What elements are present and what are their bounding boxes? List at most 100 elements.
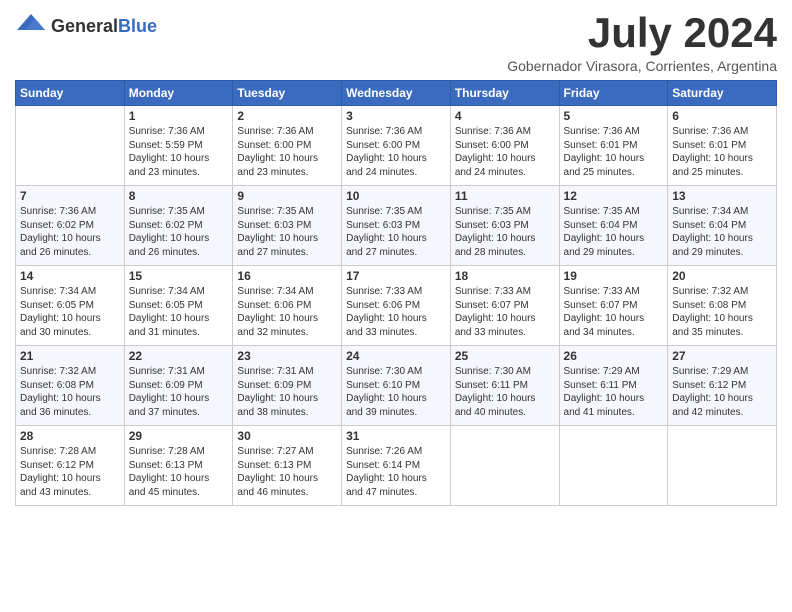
table-row: 25 Sunrise: 7:30 AM Sunset: 6:11 PM Dayli… xyxy=(450,346,559,426)
calendar-week-row: 28 Sunrise: 7:28 AM Sunset: 6:12 PM Dayli… xyxy=(16,426,777,506)
day-number: 2 xyxy=(237,109,337,123)
day-number: 27 xyxy=(672,349,772,363)
day-number: 19 xyxy=(564,269,664,283)
day-info: Sunrise: 7:35 AM Sunset: 6:04 PM Dayligh… xyxy=(564,205,664,259)
day-info: Sunrise: 7:36 AM Sunset: 5:59 PM Dayligh… xyxy=(129,125,229,179)
col-saturday: Saturday xyxy=(668,81,777,106)
day-number: 17 xyxy=(346,269,446,283)
day-info: Sunrise: 7:36 AM Sunset: 6:00 PM Dayligh… xyxy=(346,125,446,179)
day-info: Sunrise: 7:30 AM Sunset: 6:10 PM Dayligh… xyxy=(346,365,446,419)
table-row: 27 Sunrise: 7:29 AM Sunset: 6:12 PM Dayli… xyxy=(668,346,777,426)
day-number: 8 xyxy=(129,189,229,203)
day-number: 16 xyxy=(237,269,337,283)
col-wednesday: Wednesday xyxy=(342,81,451,106)
table-row: 12 Sunrise: 7:35 AM Sunset: 6:04 PM Dayli… xyxy=(559,186,668,266)
table-row: 6 Sunrise: 7:36 AM Sunset: 6:01 PM Daylig… xyxy=(668,106,777,186)
table-row: 20 Sunrise: 7:32 AM Sunset: 6:08 PM Dayli… xyxy=(668,266,777,346)
day-number: 12 xyxy=(564,189,664,203)
table-row: 2 Sunrise: 7:36 AM Sunset: 6:00 PM Daylig… xyxy=(233,106,342,186)
table-row: 16 Sunrise: 7:34 AM Sunset: 6:06 PM Dayli… xyxy=(233,266,342,346)
day-number: 18 xyxy=(455,269,555,283)
calendar-week-row: 1 Sunrise: 7:36 AM Sunset: 5:59 PM Daylig… xyxy=(16,106,777,186)
table-row: 21 Sunrise: 7:32 AM Sunset: 6:08 PM Dayli… xyxy=(16,346,125,426)
day-number: 23 xyxy=(237,349,337,363)
day-info: Sunrise: 7:32 AM Sunset: 6:08 PM Dayligh… xyxy=(672,285,772,339)
calendar-week-row: 21 Sunrise: 7:32 AM Sunset: 6:08 PM Dayli… xyxy=(16,346,777,426)
table-row: 15 Sunrise: 7:34 AM Sunset: 6:05 PM Dayli… xyxy=(124,266,233,346)
day-info: Sunrise: 7:35 AM Sunset: 6:03 PM Dayligh… xyxy=(455,205,555,259)
table-row: 5 Sunrise: 7:36 AM Sunset: 6:01 PM Daylig… xyxy=(559,106,668,186)
day-info: Sunrise: 7:36 AM Sunset: 6:00 PM Dayligh… xyxy=(237,125,337,179)
day-number: 31 xyxy=(346,429,446,443)
day-info: Sunrise: 7:33 AM Sunset: 6:06 PM Dayligh… xyxy=(346,285,446,339)
day-number: 6 xyxy=(672,109,772,123)
table-row: 3 Sunrise: 7:36 AM Sunset: 6:00 PM Daylig… xyxy=(342,106,451,186)
day-number: 29 xyxy=(129,429,229,443)
table-row: 19Sunrise: 7:33 AM Sunset: 6:07 PM Dayli… xyxy=(559,266,668,346)
day-info: Sunrise: 7:29 AM Sunset: 6:11 PM Dayligh… xyxy=(564,365,664,419)
day-number: 15 xyxy=(129,269,229,283)
day-number: 21 xyxy=(20,349,120,363)
day-info: Sunrise: 7:36 AM Sunset: 6:01 PM Dayligh… xyxy=(672,125,772,179)
day-info: Sunrise: 7:35 AM Sunset: 6:03 PM Dayligh… xyxy=(346,205,446,259)
month-year: July 2024 xyxy=(507,10,777,56)
table-row: 24Sunrise: 7:30 AM Sunset: 6:10 PM Dayli… xyxy=(342,346,451,426)
day-number: 10 xyxy=(346,189,446,203)
day-number: 14 xyxy=(20,269,120,283)
title-block: July 2024 Gobernador Virasora, Corriente… xyxy=(507,10,777,74)
table-row: 17 Sunrise: 7:33 AM Sunset: 6:06 PM Dayli… xyxy=(342,266,451,346)
col-sunday: Sunday xyxy=(16,81,125,106)
day-info: Sunrise: 7:28 AM Sunset: 6:12 PM Dayligh… xyxy=(20,445,120,499)
day-info: Sunrise: 7:31 AM Sunset: 6:09 PM Dayligh… xyxy=(237,365,337,419)
day-info: Sunrise: 7:36 AM Sunset: 6:01 PM Dayligh… xyxy=(564,125,664,179)
day-number: 9 xyxy=(237,189,337,203)
day-info: Sunrise: 7:34 AM Sunset: 6:05 PM Dayligh… xyxy=(129,285,229,339)
day-info: Sunrise: 7:30 AM Sunset: 6:11 PM Dayligh… xyxy=(455,365,555,419)
day-number: 5 xyxy=(564,109,664,123)
day-info: Sunrise: 7:26 AM Sunset: 6:14 PM Dayligh… xyxy=(346,445,446,499)
day-number: 11 xyxy=(455,189,555,203)
table-row: 26 Sunrise: 7:29 AM Sunset: 6:11 PM Dayli… xyxy=(559,346,668,426)
table-row: 28 Sunrise: 7:28 AM Sunset: 6:12 PM Dayli… xyxy=(16,426,125,506)
day-number: 20 xyxy=(672,269,772,283)
day-number: 28 xyxy=(20,429,120,443)
day-info: Sunrise: 7:27 AM Sunset: 6:13 PM Dayligh… xyxy=(237,445,337,499)
location: Gobernador Virasora, Corrientes, Argenti… xyxy=(507,58,777,74)
col-monday: Monday xyxy=(124,81,233,106)
day-number: 30 xyxy=(237,429,337,443)
calendar-table: Sunday Monday Tuesday Wednesday Thursday… xyxy=(15,80,777,506)
day-info: Sunrise: 7:28 AM Sunset: 6:13 PM Dayligh… xyxy=(129,445,229,499)
table-row: 13Sunrise: 7:34 AM Sunset: 6:04 PM Dayli… xyxy=(668,186,777,266)
table-row: 7Sunrise: 7:36 AM Sunset: 6:02 PM Daylig… xyxy=(16,186,125,266)
day-number: 4 xyxy=(455,109,555,123)
day-info: Sunrise: 7:36 AM Sunset: 6:00 PM Dayligh… xyxy=(455,125,555,179)
day-info: Sunrise: 7:32 AM Sunset: 6:08 PM Dayligh… xyxy=(20,365,120,419)
logo-blue: Blue xyxy=(118,16,157,37)
day-number: 13 xyxy=(672,189,772,203)
day-number: 7 xyxy=(20,189,120,203)
table-row: 22Sunrise: 7:31 AM Sunset: 6:09 PM Dayli… xyxy=(124,346,233,426)
day-number: 1 xyxy=(129,109,229,123)
table-row: 14Sunrise: 7:34 AM Sunset: 6:05 PM Dayli… xyxy=(16,266,125,346)
table-row: 30 Sunrise: 7:27 AM Sunset: 6:13 PM Dayli… xyxy=(233,426,342,506)
calendar-header-row: Sunday Monday Tuesday Wednesday Thursday… xyxy=(16,81,777,106)
table-row: 11 Sunrise: 7:35 AM Sunset: 6:03 PM Dayli… xyxy=(450,186,559,266)
day-number: 25 xyxy=(455,349,555,363)
col-thursday: Thursday xyxy=(450,81,559,106)
table-row: 8Sunrise: 7:35 AM Sunset: 6:02 PM Daylig… xyxy=(124,186,233,266)
table-row: 1 Sunrise: 7:36 AM Sunset: 5:59 PM Daylig… xyxy=(124,106,233,186)
col-friday: Friday xyxy=(559,81,668,106)
logo-icon xyxy=(15,10,47,42)
day-info: Sunrise: 7:35 AM Sunset: 6:03 PM Dayligh… xyxy=(237,205,337,259)
day-number: 26 xyxy=(564,349,664,363)
table-row xyxy=(450,426,559,506)
table-row: 18Sunrise: 7:33 AM Sunset: 6:07 PM Dayli… xyxy=(450,266,559,346)
day-number: 3 xyxy=(346,109,446,123)
table-row: 31 Sunrise: 7:26 AM Sunset: 6:14 PM Dayli… xyxy=(342,426,451,506)
header: GeneralBlue July 2024 Gobernador Virasor… xyxy=(15,10,777,74)
table-row xyxy=(16,106,125,186)
table-row: 29 Sunrise: 7:28 AM Sunset: 6:13 PM Dayli… xyxy=(124,426,233,506)
day-info: Sunrise: 7:29 AM Sunset: 6:12 PM Dayligh… xyxy=(672,365,772,419)
col-tuesday: Tuesday xyxy=(233,81,342,106)
day-info: Sunrise: 7:34 AM Sunset: 6:06 PM Dayligh… xyxy=(237,285,337,339)
